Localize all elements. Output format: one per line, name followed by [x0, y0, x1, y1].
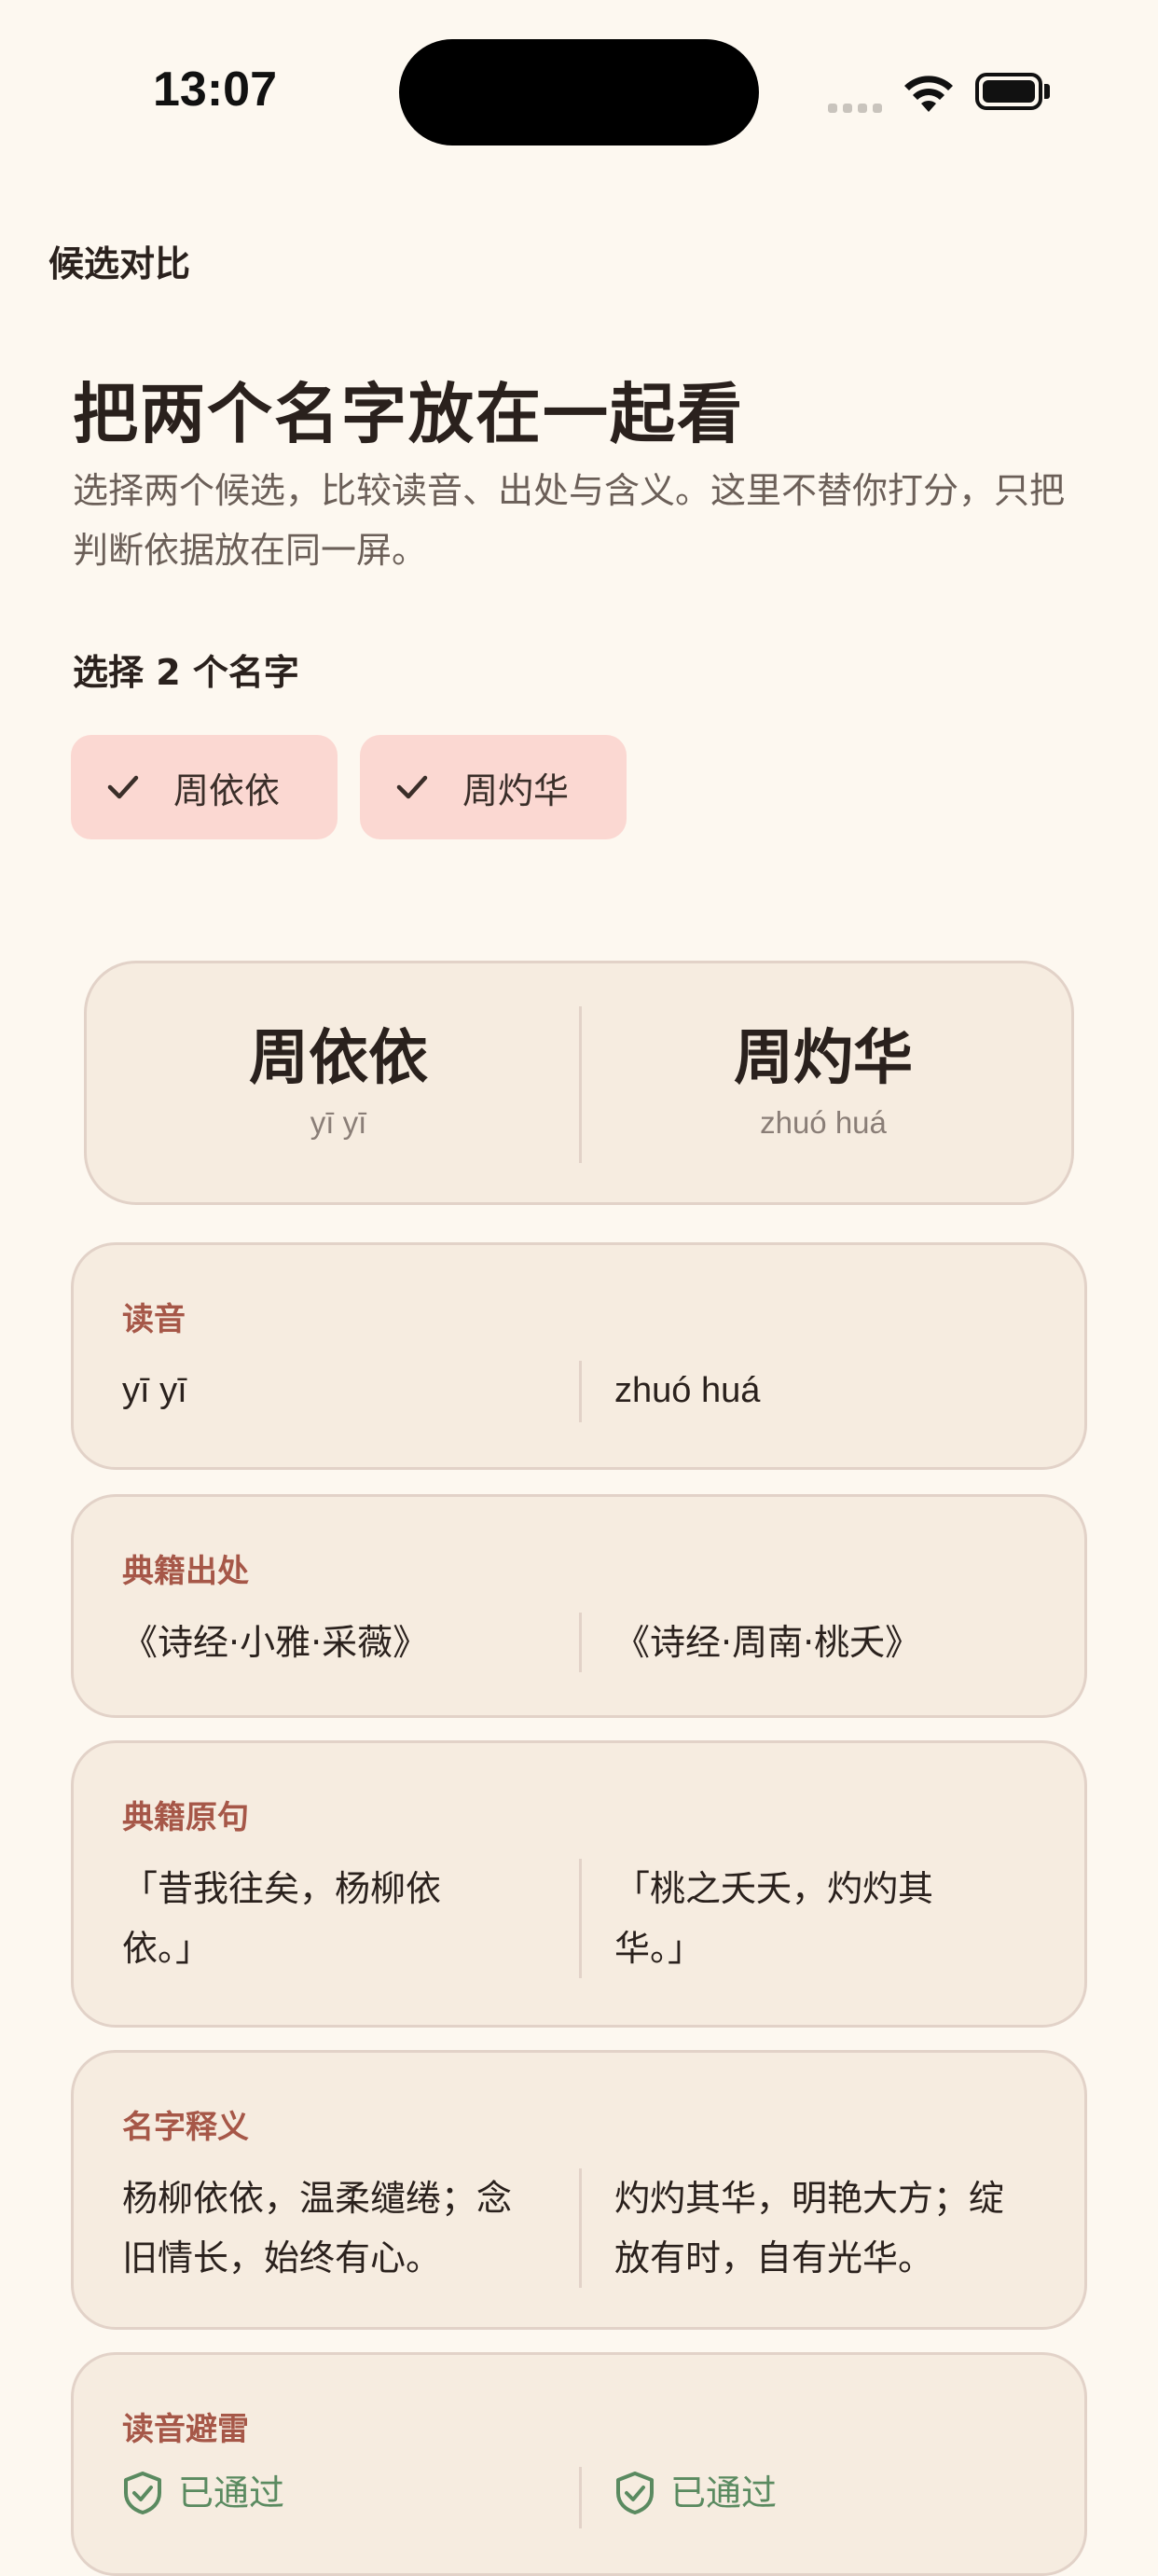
compare-row-pronunciation: 读音 yī yī zhuó huá [71, 1242, 1087, 1470]
candidate-chip-1[interactable]: 周依依 [71, 735, 338, 839]
summary-right-pinyin: zhuó huá [760, 1105, 887, 1140]
nav-title: 候选对比 [48, 243, 191, 284]
row-divider [579, 1361, 582, 1422]
summary-left-name: 周依依 [249, 1024, 428, 1093]
row-right-value: 已通过 [614, 2463, 1025, 2523]
summary-left-pinyin: yī yī [310, 1105, 367, 1140]
summary-right-name: 周灼华 [734, 1024, 913, 1093]
row-left-value: 已通过 [122, 2463, 514, 2523]
compare-row-quote: 典籍原句 「昔我往矣，杨柳依依。」 「桃之夭夭，灼灼其华。」 [71, 1740, 1087, 2028]
page-headline: 把两个名字放在一起看 [73, 376, 744, 452]
row-label: 读音 [122, 1301, 186, 1338]
row-left-value: 「昔我往矣，杨柳依依。」 [122, 1868, 442, 1969]
row-left-value: 杨柳依依，温柔缱绻；念旧情长，始终有心。 [122, 2178, 513, 2278]
dynamic-island [399, 39, 759, 145]
shield-check-icon [616, 2472, 654, 2514]
wifi-icon [904, 76, 953, 112]
compare-row-pronunciation-check: 读音避雷 已通过 已通过 [71, 2352, 1087, 2576]
row-right-value: 《诗经·周南·桃夭》 [614, 1622, 921, 1663]
page-subtitle: 选择两个候选，比较读音、出处与含义。这里不替你打分，只把判断依据放在同一屏。 [73, 470, 1066, 571]
chip-label: 周灼华 [462, 769, 570, 811]
status-bar: 13:07 [0, 0, 1158, 145]
summary-left: 周依依 yī yī [105, 1023, 572, 1141]
candidate-chip-2[interactable]: 周灼华 [360, 735, 627, 839]
summary-right: 周灼华 zhuó huá [590, 1023, 1056, 1141]
row-divider [579, 1859, 582, 1978]
row-divider [579, 1613, 582, 1672]
check-icon [107, 775, 139, 799]
cellular-signal-icon [828, 99, 888, 117]
pass-label: 已通过 [178, 2472, 285, 2514]
shield-check-icon [124, 2472, 161, 2514]
row-right-value: 灼灼其华，明艳大方；绽放有时，自有光华。 [614, 2178, 1005, 2278]
row-divider [579, 2168, 582, 2288]
selection-label: 选择 2 个名字 [73, 652, 299, 693]
status-time: 13:07 [153, 62, 277, 117]
row-right-value: 「桃之夭夭，灼灼其华。」 [614, 1868, 934, 1969]
row-label: 典籍出处 [122, 1553, 249, 1590]
comparison-summary-card: 周依依 yī yī 周灼华 zhuó huá [84, 961, 1074, 1205]
row-divider [579, 2467, 582, 2528]
summary-divider [579, 1006, 582, 1163]
battery-icon [975, 73, 1042, 110]
compare-row-source: 典籍出处 《诗经·小雅·采薇》 《诗经·周南·桃夭》 [71, 1494, 1087, 1718]
row-label: 读音避雷 [122, 2411, 249, 2448]
row-label: 典籍原句 [122, 1799, 249, 1836]
row-label: 名字释义 [122, 2109, 249, 2146]
pass-label: 已通过 [670, 2472, 778, 2514]
row-right-value: zhuó huá [614, 1371, 761, 1410]
battery-tip [1044, 84, 1050, 99]
chip-label: 周依依 [173, 769, 281, 811]
check-icon [396, 775, 428, 799]
compare-row-meaning: 名字释义 杨柳依依，温柔缱绻；念旧情长，始终有心。 灼灼其华，明艳大方；绽放有时… [71, 2050, 1087, 2330]
row-left-value: 《诗经·小雅·采薇》 [122, 1622, 429, 1663]
row-left-value: yī yī [122, 1371, 187, 1410]
